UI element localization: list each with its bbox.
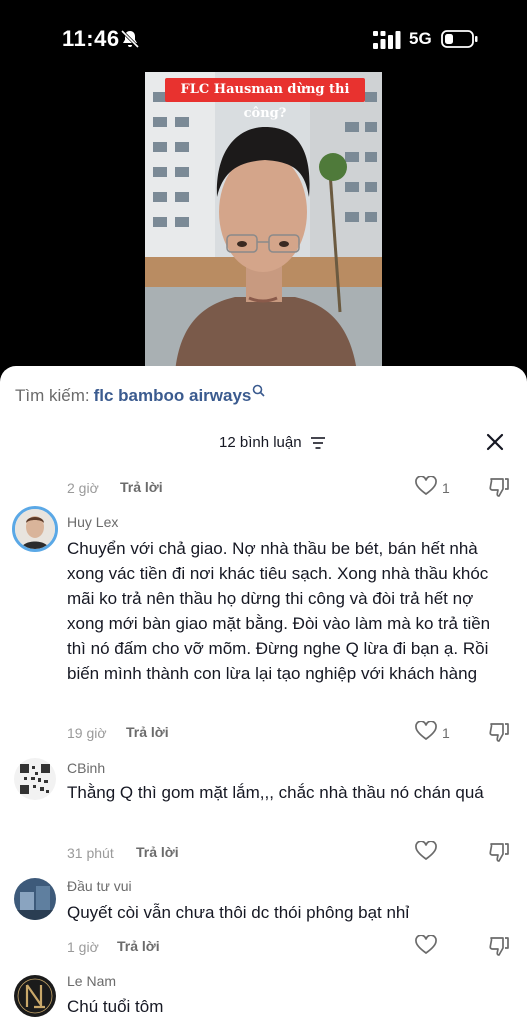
comment-meta: 19 giờ Trả lời 1: [0, 721, 527, 745]
avatar[interactable]: [14, 878, 56, 920]
dislike-icon[interactable]: [488, 476, 510, 498]
avatar[interactable]: [14, 975, 56, 1017]
comment-username[interactable]: Le Nam: [67, 973, 116, 989]
dislike-icon[interactable]: [488, 721, 510, 743]
like-count: 1: [442, 725, 450, 741]
heart-icon[interactable]: [415, 935, 437, 955]
search-icon: [253, 384, 265, 397]
comments-header: 12 bình luận: [0, 428, 527, 458]
monogram-avatar-image: [14, 975, 56, 1017]
signal-icon: [373, 31, 401, 49]
comment-text: Chuyển với chả giao. Nợ nhà thầu be bét,…: [67, 539, 491, 683]
avatar-image: [15, 509, 55, 549]
dislike-icon[interactable]: [488, 935, 510, 957]
bell-slash-icon: [120, 29, 140, 49]
reply-button[interactable]: Trả lời: [117, 938, 160, 954]
status-time: 11:46: [62, 26, 120, 51]
comment-text: Chú tuổi tôm: [67, 997, 164, 1016]
comment-username[interactable]: CBinh: [67, 760, 105, 776]
heart-icon[interactable]: [415, 721, 437, 741]
close-icon[interactable]: [486, 433, 504, 451]
comment-time: 31 phút: [67, 845, 114, 861]
comment-username[interactable]: Huy Lex: [67, 514, 118, 530]
sort-icon[interactable]: [311, 437, 325, 449]
comment-time: 1 giờ: [67, 939, 99, 955]
status-bar: 11:46 5G: [0, 0, 527, 72]
avatar[interactable]: [12, 506, 58, 552]
reply-button[interactable]: Trả lời: [126, 724, 169, 740]
comment-time: 19 giờ: [67, 725, 107, 741]
reply-button[interactable]: Trả lời: [136, 844, 179, 860]
comment-text: Thằng Q thì gom mặt lắm,,, chắc nhà thầu…: [67, 783, 484, 802]
comment-text: Quyết còi vẫn chưa thôi dc thói phông bạ…: [67, 903, 410, 922]
comment-meta: 1 giờ Trả lời: [0, 935, 527, 959]
search-query[interactable]: flc bamboo airways: [94, 386, 252, 405]
search-suggestion[interactable]: Tìm kiếm: flc bamboo airways: [15, 384, 265, 406]
like-count: 1: [442, 480, 450, 496]
comments-sheet: Tìm kiếm: flc bamboo airways 12 bình luận…: [0, 366, 527, 1024]
comment-meta: 2 giờ Trả lời 1: [0, 476, 527, 500]
video-caption: FLC Hausman dừng thi công?: [165, 78, 365, 121]
heart-icon[interactable]: [415, 841, 437, 861]
avatar-image: [14, 878, 56, 920]
comment-time: 2 giờ: [67, 480, 99, 496]
dislike-icon[interactable]: [488, 841, 510, 863]
search-label: Tìm kiếm:: [15, 386, 90, 405]
avatar[interactable]: [14, 758, 56, 800]
reply-button[interactable]: Trả lời: [120, 479, 163, 495]
network-type: 5G: [409, 29, 432, 48]
heart-icon[interactable]: [415, 476, 437, 496]
qr-avatar-image: [14, 758, 56, 800]
comment-meta: 31 phút Trả lời: [0, 841, 527, 865]
battery-icon: [441, 30, 478, 48]
video-player[interactable]: FLC Hausman dừng thi công?: [145, 72, 382, 372]
comment-username[interactable]: Đầu tư vui: [67, 878, 132, 894]
comment-count: 12 bình luận: [219, 434, 302, 451]
